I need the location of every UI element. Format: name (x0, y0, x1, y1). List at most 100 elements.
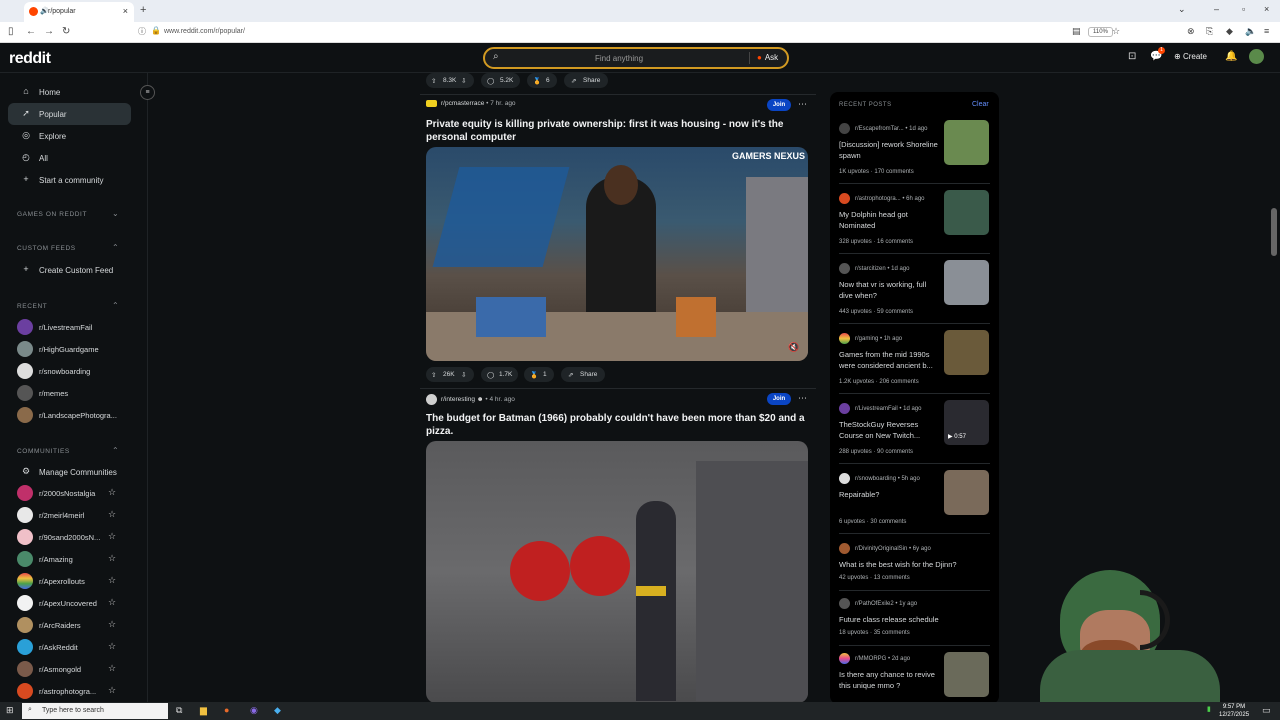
community-item[interactable]: r/ApexUncovered ☆ (17, 595, 147, 613)
forward-button[interactable]: → (44, 26, 54, 37)
join-button[interactable]: Join (767, 99, 791, 111)
subreddit-link[interactable]: r/interesting (441, 396, 475, 403)
chevron-down-icon[interactable]: ⌄ (112, 209, 119, 218)
favorite-star-icon[interactable]: ☆ (108, 663, 116, 674)
windows-start-icon[interactable]: ⊞ (6, 705, 14, 716)
upvote-icon[interactable]: ⇧ (431, 77, 436, 85)
app-icon[interactable]: ◉ (250, 705, 258, 716)
recent-community[interactable]: r/LivestreamFail (17, 319, 147, 337)
recent-community[interactable]: r/HighGuardgame (17, 341, 147, 359)
favorite-star-icon[interactable]: ☆ (108, 685, 116, 696)
join-button[interactable]: Join (767, 393, 791, 405)
community-item[interactable]: r/Asmongold ☆ (17, 661, 147, 679)
recent-post-item[interactable]: r/EscapefromTar... • 1d ago [Discussion]… (830, 120, 999, 186)
menu-icon[interactable]: ≡ (1264, 26, 1269, 36)
favorite-star-icon[interactable]: ☆ (108, 509, 116, 520)
nav-all[interactable]: ◴ All (8, 147, 131, 169)
page-scrollbar[interactable] (1271, 208, 1277, 256)
battery-icon[interactable]: ▮ (1207, 705, 1211, 713)
taskbar-search[interactable]: ⌕ Type here to search (22, 703, 168, 719)
tab-list-chevron-icon[interactable]: ⌄ (1178, 4, 1186, 15)
notifications-bell-icon[interactable]: 🔔 (1225, 51, 1237, 62)
communities-section-header[interactable]: COMMUNITIES (17, 448, 70, 455)
community-item[interactable]: r/90sand2000sN... ☆ (17, 529, 147, 547)
notifications-icon[interactable]: ▭ (1262, 705, 1271, 716)
zoom-level[interactable]: 110% (1088, 27, 1113, 37)
user-avatar[interactable] (1249, 49, 1264, 64)
share-button[interactable]: ⇗ Share (561, 367, 605, 382)
post-title[interactable]: Private equity is killing private owners… (426, 118, 810, 144)
comments-button[interactable]: ◯ 1.7K (481, 367, 518, 382)
clear-button[interactable]: Clear (972, 101, 989, 108)
manage-communities[interactable]: ⚙ Manage Communities (8, 461, 131, 483)
browser-tab[interactable]: 🔊 r/popular × (24, 2, 134, 22)
favorite-star-icon[interactable]: ☆ (108, 531, 116, 542)
advertise-icon[interactable]: ⊡ (1128, 51, 1136, 62)
award-button[interactable]: 🏅 6 (527, 73, 557, 88)
upvote-icon[interactable]: ⇧ (431, 371, 436, 379)
more-options-icon[interactable]: ⋯ (798, 393, 807, 404)
nav-home[interactable]: ⌂ Home (8, 81, 131, 103)
bookmark-star-icon[interactable]: ☆ (1112, 26, 1120, 37)
create-button[interactable]: ⊕ Create (1174, 52, 1207, 61)
recent-community[interactable]: r/memes (17, 385, 147, 403)
favorite-star-icon[interactable]: ☆ (108, 575, 116, 586)
chevron-up-icon[interactable]: ⌃ (112, 243, 119, 252)
more-options-icon[interactable]: ⋯ (798, 99, 807, 110)
search-bar[interactable]: ⌕ Find anything ● Ask (483, 47, 789, 69)
recent-community[interactable]: r/snowboarding (17, 363, 147, 381)
recent-post-item[interactable]: r/DivinityOriginalSin • 6y ago What is t… (830, 540, 999, 592)
create-custom-feed[interactable]: + Create Custom Feed (8, 259, 131, 281)
chevron-up-icon[interactable]: ⌃ (112, 301, 119, 310)
reddit-logo[interactable]: reddit (9, 50, 51, 68)
extension-icon[interactable]: ⊗ (1187, 26, 1195, 37)
minimize-button[interactable]: – (1214, 4, 1219, 14)
recent-post-item[interactable]: r/starcitizen • 1d ago Now that vr is wo… (830, 260, 999, 326)
url-field[interactable]: www.reddit.com/r/popular/ (164, 28, 245, 35)
maximize-button[interactable]: ▫ (1242, 4, 1245, 14)
file-explorer-icon[interactable]: ▆ (200, 705, 207, 716)
recent-post-item[interactable]: r/LivestreamFail • 1d ago TheStockGuy Re… (830, 400, 999, 466)
back-button[interactable]: ← (26, 26, 36, 37)
recent-post-item[interactable]: r/astrophotogra... • 6h ago My Dolphin h… (830, 190, 999, 256)
ask-button[interactable]: ● Ask (757, 53, 778, 62)
extension-icon[interactable]: ◆ (1226, 26, 1233, 37)
community-item[interactable]: r/2meirl4meirl ☆ (17, 507, 147, 525)
recent-post-item[interactable]: r/PathOfExile2 • 1y ago Future class rel… (830, 595, 999, 647)
games-section-header[interactable]: GAMES ON REDDIT (17, 211, 87, 218)
favorite-star-icon[interactable]: ☆ (108, 619, 116, 630)
close-window-button[interactable]: × (1264, 4, 1269, 14)
site-info-icon[interactable]: ⓘ (138, 26, 146, 37)
speaker-icon[interactable]: 🔊 (40, 7, 49, 15)
community-item[interactable]: r/Amazing ☆ (17, 551, 147, 569)
favorite-star-icon[interactable]: ☆ (108, 597, 116, 608)
community-item[interactable]: r/AskReddit ☆ (17, 639, 147, 657)
comments-button[interactable]: ◯ 5.2K (481, 73, 520, 88)
community-item[interactable]: r/astrophotogra... ☆ (17, 683, 147, 701)
share-button[interactable]: ⇗ Share (564, 73, 608, 88)
favorite-star-icon[interactable]: ☆ (108, 553, 116, 564)
custom-feeds-section-header[interactable]: CUSTOM FEEDS (17, 245, 76, 252)
app-icon[interactable]: ◆ (274, 705, 281, 716)
search-input[interactable]: Find anything (595, 54, 643, 63)
recent-section-header[interactable]: RECENT (17, 303, 47, 310)
extension-icon[interactable]: ⎘ (1206, 26, 1213, 37)
favorite-star-icon[interactable]: ☆ (108, 487, 116, 498)
favorite-star-icon[interactable]: ☆ (108, 641, 116, 652)
community-item[interactable]: r/ArcRaiders ☆ (17, 617, 147, 635)
award-button[interactable]: 🏅 1 (524, 367, 554, 382)
close-tab-icon[interactable]: × (123, 6, 128, 16)
post-title[interactable]: The budget for Batman (1966) probably co… (426, 412, 810, 438)
nav-explore[interactable]: ◎ Explore (8, 125, 131, 147)
sidebar-toggle-icon[interactable]: ▯ (8, 26, 14, 37)
recent-post-item[interactable]: r/gaming • 1h ago Games from the mid 199… (830, 330, 999, 396)
reload-button[interactable]: ↻ (62, 26, 70, 37)
community-item[interactable]: r/Apexrollouts ☆ (17, 573, 147, 591)
task-view-icon[interactable]: ⧉ (176, 705, 182, 716)
subreddit-link[interactable]: r/pcmasterrace (441, 100, 484, 107)
firefox-icon[interactable]: ● (224, 705, 229, 715)
recent-post-item[interactable]: r/MMORPG • 2d ago Is there any chance to… (830, 650, 999, 704)
nav-start-community[interactable]: + Start a community (8, 169, 131, 191)
post-video[interactable]: GAMERS NEXUS 🔇 (426, 147, 808, 361)
community-item[interactable]: r/2000sNostalgia ☆ (17, 485, 147, 503)
